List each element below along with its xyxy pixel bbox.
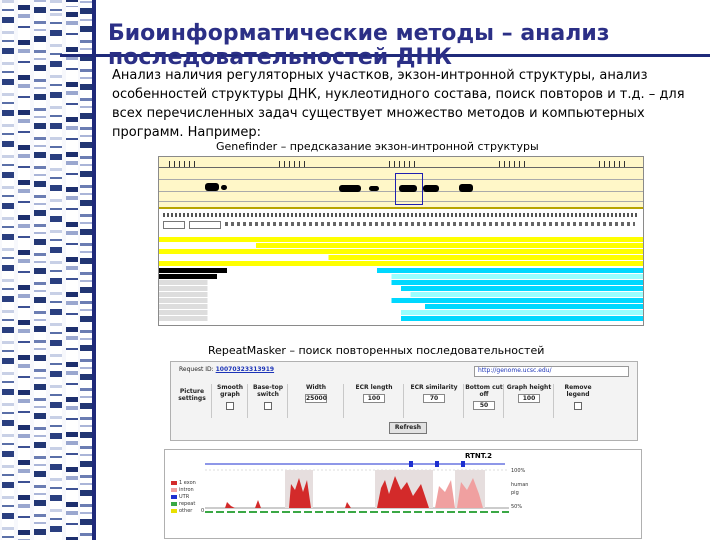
column-header: Bottom cut off [465, 384, 503, 398]
graph-height-column: Graph height 100 [503, 384, 554, 418]
remove-legend-checkbox[interactable] [574, 402, 582, 410]
request-id-link[interactable]: 10070323313919 [216, 366, 274, 373]
settings-table: Smooth graph Base-top switch Width 25000… [211, 384, 611, 418]
column-header: Base-top switch [252, 384, 284, 398]
side-label-pig: pig [511, 490, 519, 496]
genefinder-controls [159, 209, 643, 237]
repeatmasker-settings-panel: Request ID: 10070323313919 http://genome… [170, 361, 638, 441]
gel-lane [50, 0, 62, 540]
genefinder-selection-box [395, 173, 423, 205]
genefinder-scale [159, 159, 643, 168]
genefinder-screenshot [158, 156, 644, 326]
column-header: Graph height [506, 384, 552, 391]
request-id-label: Request ID: [179, 366, 214, 373]
ecr-similarity-column: ECR similarity 70 [403, 384, 464, 418]
gel-lane [2, 0, 14, 540]
column-header: ECR similarity [410, 384, 458, 391]
column-header: Smooth graph [217, 384, 243, 398]
ecr-similarity-input[interactable]: 70 [423, 394, 445, 403]
dna-gel-decoration [0, 0, 92, 540]
ecr-length-column: ECR length 100 [343, 384, 404, 418]
ecr-length-input[interactable]: 100 [363, 394, 385, 403]
base-top-column: Base-top switch [247, 384, 288, 418]
base-top-checkbox[interactable] [264, 402, 272, 410]
column-header: ECR length [355, 384, 393, 391]
bottom-cutoff-column: Bottom cut off 50 [463, 384, 504, 418]
repeatmasker-caption: RepeatMasker – поиск повторенных последо… [208, 344, 545, 357]
genefinder-results-table [159, 237, 643, 325]
genefinder-caption: Genefinder – предсказание экзон-интронно… [216, 140, 539, 153]
vertical-accent-bar [92, 0, 96, 540]
request-id-row: Request ID: 10070323313919 [179, 366, 274, 373]
rtnt-chart-plot: 0 100% 50% human pig [201, 461, 528, 514]
side-label-human: human [511, 482, 528, 488]
axis-top-label: 100% [511, 468, 526, 474]
width-input[interactable]: 25000 [305, 394, 327, 403]
picture-settings-label: Picture settings [178, 388, 206, 402]
gel-lane [66, 0, 78, 540]
width-column: Width 25000 [287, 384, 344, 418]
slide-title: Биоинформатические методы – анализ после… [108, 21, 610, 70]
graph-height-input[interactable]: 100 [518, 394, 540, 403]
gel-lane [34, 0, 46, 540]
column-header: Width [305, 384, 327, 391]
slide-body-text: Анализ наличия регуляторных участков, эк… [112, 68, 685, 140]
gel-lane [80, 0, 92, 540]
remove-legend-column: Remove legend [553, 384, 602, 418]
genefinder-track-area [159, 157, 643, 209]
smooth-graph-column: Smooth graph [211, 384, 248, 418]
refresh-button[interactable]: Refresh [389, 422, 427, 434]
smooth-graph-checkbox[interactable] [226, 402, 234, 410]
axis-bottom-label: 50% [511, 504, 522, 510]
axis-left-label: 0 [201, 508, 204, 514]
column-header: Remove legend [564, 384, 592, 398]
gel-lane [18, 0, 30, 540]
url-field[interactable]: http://genome.ucsc.edu/ [474, 366, 629, 377]
bottom-cutoff-input[interactable]: 50 [473, 401, 495, 410]
rtnt-chart-panel: RTNT.2 1 exon intron UTR repeat other 0 … [164, 449, 642, 539]
